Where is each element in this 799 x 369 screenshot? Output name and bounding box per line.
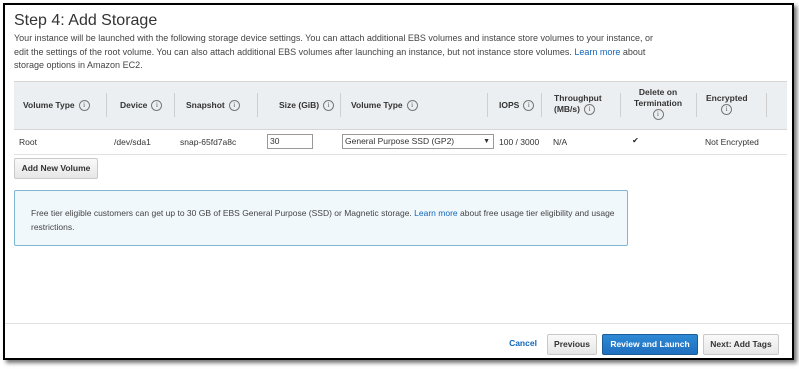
free-tier-notice: Free tier eligible customers can get up … bbox=[14, 190, 628, 246]
cell-snapshot: snap-65fd7a8c bbox=[180, 137, 237, 147]
header-device: Device i bbox=[120, 100, 163, 112]
next-add-tags-button[interactable]: Next: Add Tags bbox=[703, 334, 779, 355]
cell-encrypted: Not Encrypted bbox=[705, 137, 759, 147]
wizard-window: Step 4: Add Storage Your instance will b… bbox=[3, 3, 794, 360]
notice-text-main: Free tier eligible customers can get up … bbox=[31, 208, 412, 218]
cell-throughput: N/A bbox=[553, 137, 568, 147]
column-divider bbox=[106, 93, 107, 117]
page-title: Step 4: Add Storage bbox=[14, 12, 158, 29]
review-and-launch-button[interactable]: Review and Launch bbox=[602, 334, 698, 355]
column-divider bbox=[696, 93, 697, 117]
column-divider bbox=[620, 93, 621, 117]
volume-type-selected: General Purpose SSD (GP2) bbox=[345, 136, 455, 146]
column-divider bbox=[340, 93, 341, 117]
page-description: Your instance will be launched with the … bbox=[14, 32, 654, 73]
table-row: Root /dev/sda1 snap-65fd7a8c 30 General … bbox=[14, 130, 787, 155]
wizard-footer: Cancel Previous Review and Launch Next: … bbox=[5, 323, 792, 358]
previous-button[interactable]: Previous bbox=[547, 334, 597, 355]
delete-on-termination-checkbox[interactable]: ✔ bbox=[631, 136, 640, 145]
info-icon[interactable]: i bbox=[228, 100, 240, 112]
column-divider bbox=[766, 93, 767, 117]
cancel-button[interactable]: Cancel bbox=[504, 334, 542, 353]
info-icon[interactable]: i bbox=[583, 104, 595, 116]
cell-iops: 100 / 3000 bbox=[499, 137, 540, 147]
chevron-down-icon: ▼ bbox=[483, 138, 490, 145]
info-icon[interactable]: i bbox=[652, 109, 664, 121]
info-icon[interactable]: i bbox=[721, 104, 733, 116]
table-header: Volume Type i Device i Snapshot i Size (GiB… bbox=[14, 81, 787, 130]
column-divider bbox=[257, 93, 258, 117]
notice-text: Free tier eligible customers can get up … bbox=[31, 207, 621, 234]
cell-volume-type: Root bbox=[19, 137, 37, 147]
storage-table: Volume Type i Device i Snapshot i Size (GiB… bbox=[14, 81, 787, 155]
header-encrypted: Encrypted i bbox=[706, 93, 748, 116]
info-icon[interactable]: i bbox=[523, 100, 535, 112]
volume-type-select[interactable]: General Purpose SSD (GP2) ▼ bbox=[342, 134, 494, 149]
header-size: Size (GiB) i bbox=[279, 100, 335, 112]
header-iops: IOPS i bbox=[499, 100, 535, 112]
column-divider bbox=[487, 93, 488, 117]
info-icon[interactable]: i bbox=[151, 100, 163, 112]
notice-learn-more-link[interactable]: Learn more bbox=[414, 208, 457, 218]
add-new-volume-button[interactable]: Add New Volume bbox=[14, 158, 98, 179]
learn-more-link[interactable]: Learn more bbox=[574, 47, 620, 57]
header-throughput: Throughput (MB/s) i bbox=[554, 93, 602, 116]
header-volume-type-select: Volume Type i bbox=[351, 100, 418, 112]
description-text: Your instance will be launched with the … bbox=[14, 33, 654, 57]
header-volume-type: Volume Type i bbox=[23, 100, 90, 112]
info-icon[interactable]: i bbox=[78, 100, 90, 112]
header-snapshot: Snapshot i bbox=[186, 100, 240, 112]
info-icon[interactable]: i bbox=[323, 100, 335, 112]
info-icon[interactable]: i bbox=[406, 100, 418, 112]
cell-device: /dev/sda1 bbox=[114, 137, 151, 147]
size-input[interactable]: 30 bbox=[267, 134, 313, 149]
column-divider bbox=[174, 93, 175, 117]
column-divider bbox=[541, 93, 542, 117]
header-delete-on-termination: Delete on Termination i bbox=[634, 87, 683, 121]
